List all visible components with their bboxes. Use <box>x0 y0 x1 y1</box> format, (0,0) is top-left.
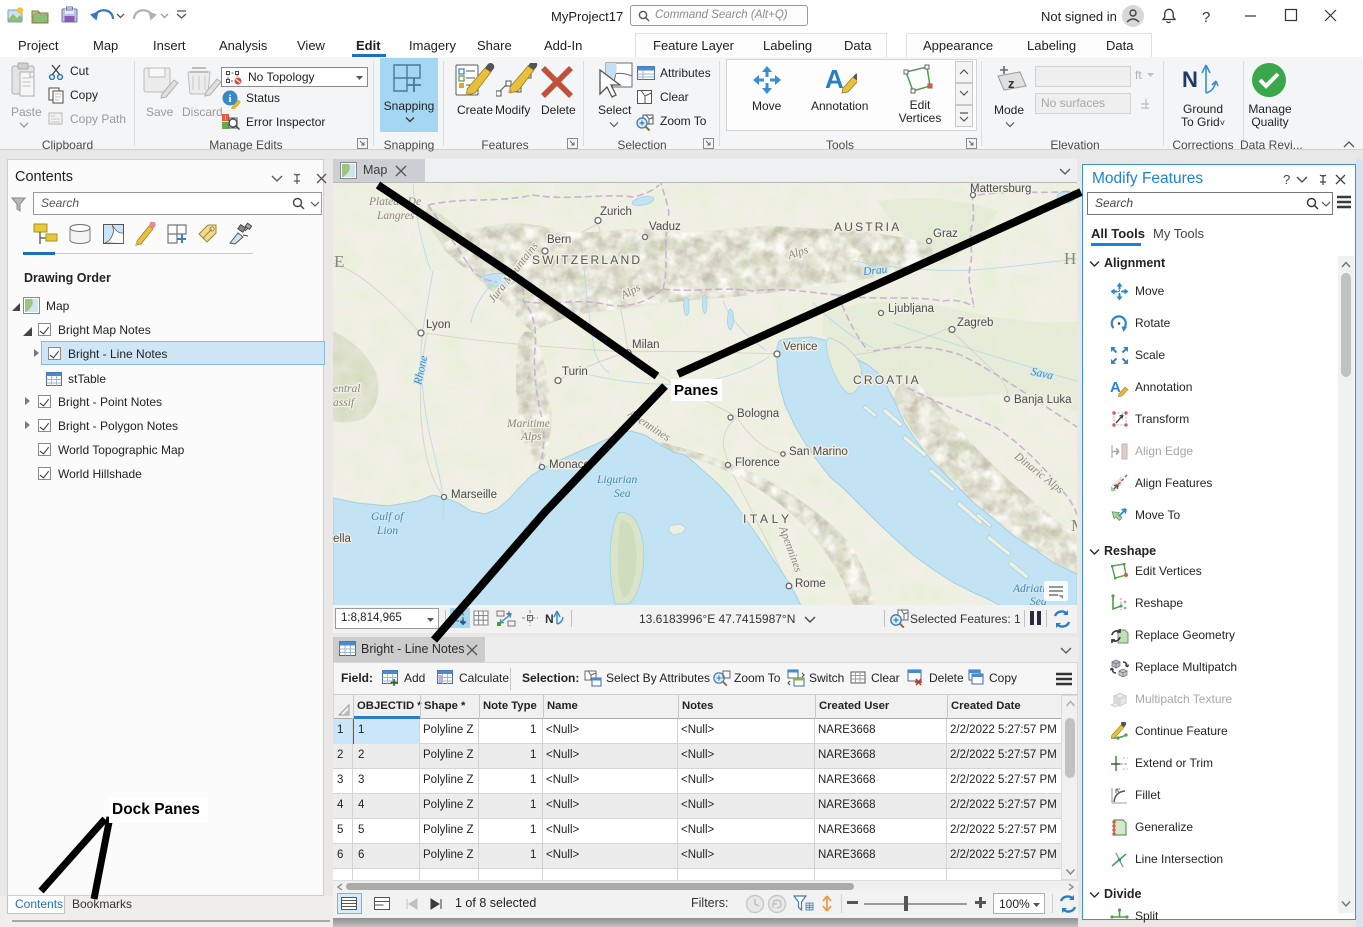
svg-text:Sea: Sea <box>614 488 631 500</box>
svg-text:Turin: Turin <box>562 366 588 378</box>
svg-text:H: H <box>1064 249 1076 268</box>
svg-text:?: ? <box>1283 172 1290 187</box>
svg-text:N: N <box>1182 67 1198 92</box>
svg-text:Milan: Milan <box>632 339 659 351</box>
svg-text:AUSTRIA: AUSTRIA <box>834 220 901 234</box>
svg-text:Bologna: Bologna <box>737 408 780 420</box>
svg-text:Vaduz: Vaduz <box>649 221 681 233</box>
svg-text:Zurich: Zurich <box>600 206 632 218</box>
svg-text:Rome: Rome <box>795 578 826 590</box>
svg-text:Plateau De: Plateau De <box>368 196 421 208</box>
svg-text:?: ? <box>1202 9 1210 26</box>
svg-text:Florence: Florence <box>735 457 780 469</box>
svg-text:ella: ella <box>333 533 352 545</box>
svg-text:Graz: Graz <box>933 228 958 240</box>
svg-text:assif: assif <box>333 397 356 409</box>
svg-text:San Marino: San Marino <box>789 446 848 458</box>
svg-text:Ljubljana: Ljubljana <box>888 303 935 315</box>
svg-text:E: E <box>334 252 344 271</box>
svg-text:Zagreb: Zagreb <box>957 317 993 329</box>
svg-text:ITALY: ITALY <box>743 512 793 526</box>
svg-text:Lion: Lion <box>376 525 398 537</box>
svg-text:Banja Luka: Banja Luka <box>1014 394 1072 406</box>
svg-text:A: A <box>825 64 844 94</box>
svg-text:Ligurian: Ligurian <box>596 474 638 486</box>
svg-text:SWITZERLAND: SWITZERLAND <box>532 253 642 267</box>
svg-text:M: M <box>1071 516 1077 535</box>
svg-text:Mattersburg: Mattersburg <box>970 183 1031 195</box>
svg-text:Monaco: Monaco <box>549 459 590 471</box>
svg-text:Lyon: Lyon <box>426 319 451 331</box>
svg-text:N: N <box>545 612 554 626</box>
svg-text:Maritime: Maritime <box>506 418 550 430</box>
svg-text:Gulf of: Gulf of <box>371 511 405 523</box>
svg-text:Alps: Alps <box>520 431 542 443</box>
svg-text:Langres: Langres <box>376 210 415 222</box>
svg-text:Venice: Venice <box>783 341 818 353</box>
svg-text:entral: entral <box>333 383 360 395</box>
svg-text:Marseille: Marseille <box>451 489 497 501</box>
svg-text:z: z <box>1008 76 1015 91</box>
svg-text:i: i <box>228 93 231 105</box>
svg-text:CROATIA: CROATIA <box>853 373 921 387</box>
svg-text:Bern: Bern <box>547 234 571 246</box>
